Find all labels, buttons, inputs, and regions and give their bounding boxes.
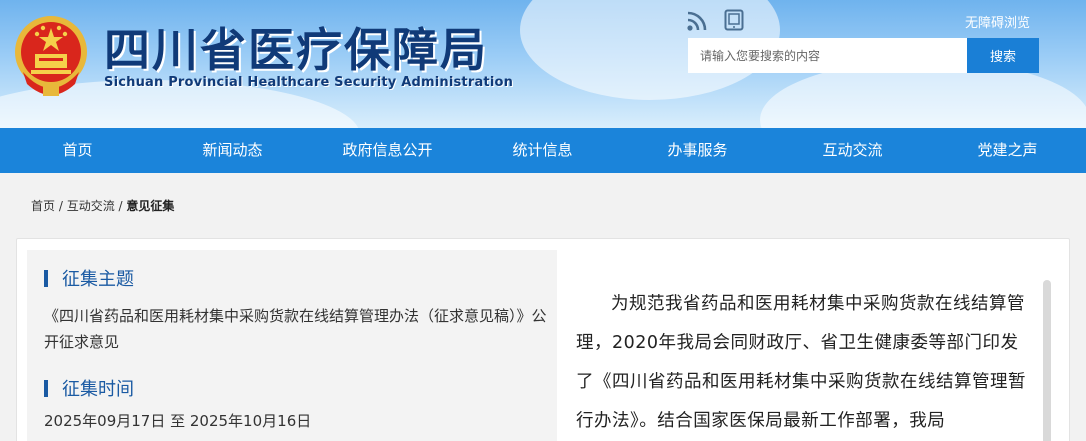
heading-accent-bar [44, 380, 48, 397]
accessibility-link[interactable]: 无障碍浏览 [965, 12, 1030, 31]
mobile-phone-icon[interactable] [724, 9, 744, 31]
search-button[interactable]: 搜索 [967, 38, 1039, 73]
scrollbar[interactable] [1043, 280, 1051, 441]
nav-item-services[interactable]: 办事服务 [620, 128, 775, 173]
heading-accent-bar [44, 270, 48, 287]
topic-text: 《四川省药品和医用耗材集中采购货款在线结算管理办法（征求意见稿）》公开征求意见 [44, 307, 547, 351]
breadcrumb-section[interactable]: 互动交流 [67, 199, 115, 213]
time-text: 2025年09月17日 至 2025年10月16日 [44, 412, 312, 430]
consultation-body: 为规范我省药品和医用耗材集中采购货款在线结算管理，2020年我局会同财政厅、省卫… [576, 294, 1026, 431]
nav-item-statistics[interactable]: 统计信息 [465, 128, 620, 173]
breadcrumb: 首页 / 互动交流 / 意见征集 [31, 197, 174, 214]
nav-item-party[interactable]: 党建之声 [930, 128, 1085, 173]
main-nav: 首页 新闻动态 政府信息公开 统计信息 办事服务 互动交流 党建之声 [0, 128, 1086, 173]
time-heading: 征集时间 [44, 375, 134, 401]
breadcrumb-current: 意见征集 [126, 199, 175, 213]
site-header: 四川省医疗保障局 Sichuan Provincial Healthcare S… [0, 0, 1086, 128]
nav-item-news[interactable]: 新闻动态 [155, 128, 310, 173]
breadcrumb-home[interactable]: 首页 [31, 199, 55, 213]
topic-heading: 征集主题 [44, 265, 134, 291]
national-emblem-logo[interactable] [13, 14, 89, 98]
page: 四川省医疗保障局 Sichuan Provincial Healthcare S… [0, 0, 1086, 441]
breadcrumb-separator: / [114, 199, 127, 213]
breadcrumb-separator: / [55, 199, 67, 213]
topic-heading-label: 征集主题 [62, 269, 134, 290]
nav-item-home[interactable]: 首页 [0, 128, 155, 173]
nav-item-gov-info[interactable]: 政府信息公开 [310, 128, 465, 173]
search-input[interactable] [688, 38, 967, 73]
site-subtitle: Sichuan Provincial Healthcare Security A… [104, 75, 514, 90]
rss-icon[interactable] [686, 10, 708, 32]
nav-item-interaction[interactable]: 互动交流 [775, 128, 930, 173]
time-heading-label: 征集时间 [62, 379, 134, 400]
site-title: 四川省医疗保障局 [104, 23, 488, 77]
